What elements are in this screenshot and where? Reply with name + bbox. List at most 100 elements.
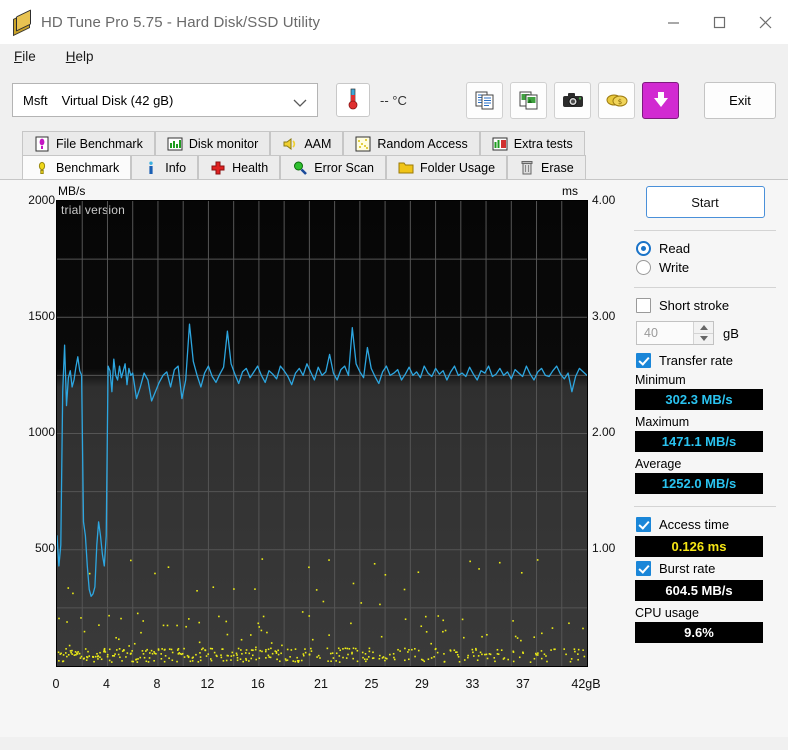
purchase-money-icon[interactable]: $	[598, 81, 635, 119]
checkbox-burst-rate[interactable]: Burst rate	[636, 561, 778, 576]
svg-text:$: $	[617, 98, 621, 106]
cpu-usage-value: 9.6%	[635, 622, 763, 643]
title-bar: HD Tune Pro 5.75 - Hard Disk/SSD Utility	[0, 0, 788, 44]
y2-tick-4: 4.00	[592, 193, 616, 207]
x-tick-25: 25	[364, 677, 379, 691]
info-icon	[143, 160, 159, 176]
minimum-value: 302.3 MB/s	[635, 389, 763, 410]
short-stroke-label: Short stroke	[659, 298, 730, 313]
tab-row-bottom: Benchmark Info Health Error Scan Folder …	[22, 155, 788, 179]
temperature-value: -- °C	[380, 92, 407, 108]
copy-image-icon[interactable]	[510, 81, 547, 119]
x-tick-33: 33	[465, 677, 480, 691]
minimum-label: Minimum	[635, 373, 686, 387]
checkbox-access-time[interactable]: Access time	[636, 517, 778, 532]
radio-read[interactable]: Read	[636, 241, 778, 256]
short-stroke-unit: gB	[723, 325, 739, 341]
divider	[634, 287, 776, 288]
tab-label: Erase	[541, 160, 574, 175]
stepper-down-icon[interactable]	[693, 333, 713, 344]
drive-name: Virtual Disk (42 gB)	[61, 92, 174, 108]
divider	[634, 506, 776, 507]
control-panel: Start Read Write Short stroke 40 gB Tran…	[632, 180, 778, 643]
access-time-value: 0.126 ms	[635, 536, 763, 557]
short-stroke-stepper[interactable]: 40	[636, 321, 714, 345]
tab-label: Benchmark	[56, 160, 120, 175]
x-tick-37: 37	[515, 677, 530, 691]
burst-rate-label: Burst rate	[659, 561, 716, 576]
y2-axis-unit: ms	[562, 184, 578, 198]
health-cross-icon	[210, 160, 226, 176]
short-stroke-stepper-row: 40 gB	[636, 321, 778, 345]
maximize-button[interactable]	[696, 0, 742, 44]
drive-vendor: Msft	[23, 92, 48, 108]
toolbar: Msft Virtual Disk (42 gB) -- °C $ Exit	[0, 69, 788, 131]
radio-write-label: Write	[659, 260, 690, 275]
tab-row-top: File Benchmark Disk monitor AAM Random A…	[22, 131, 788, 155]
tab-erase[interactable]: Erase	[507, 155, 586, 179]
x-tick-16: 16	[250, 677, 265, 691]
tab-health[interactable]: Health	[198, 155, 281, 179]
file-benchmark-icon	[34, 136, 50, 152]
folder-usage-icon	[398, 160, 414, 176]
tab-label: Folder Usage	[419, 160, 496, 175]
tab-label: Disk monitor	[188, 136, 259, 151]
y-axis-unit: MB/s	[58, 184, 86, 198]
checkbox-transfer-rate[interactable]: Transfer rate	[636, 353, 778, 368]
x-tick-4: 4	[102, 677, 110, 691]
download-arrow-icon[interactable]	[642, 81, 679, 119]
tab-extra-tests[interactable]: Extra tests	[479, 131, 585, 155]
window-title: HD Tune Pro 5.75 - Hard Disk/SSD Utility	[41, 13, 321, 31]
checkbox-short-stroke[interactable]: Short stroke	[636, 298, 778, 313]
tab-folder-usage[interactable]: Folder Usage	[385, 155, 508, 179]
y-tick-1500: 1500	[28, 309, 55, 323]
close-button[interactable]	[742, 0, 788, 44]
menu-file[interactable]: File	[10, 47, 40, 66]
screenshot-camera-icon[interactable]	[554, 81, 591, 119]
plot-svg	[57, 201, 587, 666]
tab-error-scan[interactable]: Error Scan	[280, 155, 386, 179]
tab-aam[interactable]: AAM	[270, 131, 344, 155]
minimize-button[interactable]	[650, 0, 696, 44]
content-area: MB/s ms 2000 1500 1000 500 4.00 3.00 2.0…	[0, 180, 788, 737]
thermometer-icon	[345, 87, 361, 114]
average-value: 1252.0 MB/s	[635, 473, 763, 494]
tab-benchmark[interactable]: Benchmark	[22, 155, 132, 179]
menu-help[interactable]: Help	[62, 47, 98, 66]
access-time-label: Access time	[659, 517, 730, 532]
y-tick-500: 500	[34, 541, 55, 555]
start-button[interactable]: Start	[645, 186, 765, 218]
toolbar-buttons: $ Exit	[466, 81, 776, 119]
radio-write[interactable]: Write	[636, 260, 778, 275]
benchmark-icon	[34, 160, 50, 176]
stepper-up-icon[interactable]	[693, 322, 713, 334]
y2-tick-3: 3.00	[592, 309, 616, 323]
temperature-button[interactable]	[336, 83, 370, 117]
tab-label: File Benchmark	[56, 136, 143, 151]
tab-info[interactable]: Info	[131, 155, 199, 179]
exit-button[interactable]: Exit	[704, 81, 776, 119]
x-tick-8: 8	[153, 677, 161, 691]
menu-bar: File Help	[0, 44, 788, 69]
x-tick-0: 0	[52, 677, 60, 691]
chevron-down-icon	[293, 96, 307, 111]
burst-rate-value: 604.5 MB/s	[635, 580, 763, 601]
y-tick-1000: 1000	[28, 425, 55, 439]
plot-area: trial version	[56, 200, 588, 667]
tab-random-access[interactable]: Random Access	[343, 131, 480, 155]
transfer-rate-label: Transfer rate	[659, 353, 733, 368]
transfer-rate-checkbox	[636, 353, 651, 368]
radio-read-indicator	[636, 241, 651, 256]
tab-disk-monitor[interactable]: Disk monitor	[154, 131, 271, 155]
tab-label: Extra tests	[513, 136, 573, 151]
tab-file-benchmark[interactable]: File Benchmark	[22, 131, 155, 155]
drive-selector[interactable]: Msft Virtual Disk (42 gB)	[12, 83, 318, 117]
tab-bar: File Benchmark Disk monitor AAM Random A…	[0, 131, 788, 179]
random-access-icon	[355, 136, 371, 152]
radio-write-indicator	[636, 260, 651, 275]
disk-monitor-icon	[167, 136, 183, 152]
access-time-checkbox	[636, 517, 651, 532]
benchmark-chart: MB/s ms 2000 1500 1000 500 4.00 3.00 2.0…	[0, 180, 622, 700]
copy-text-icon[interactable]	[466, 81, 503, 119]
y2-tick-2: 2.00	[592, 425, 616, 439]
